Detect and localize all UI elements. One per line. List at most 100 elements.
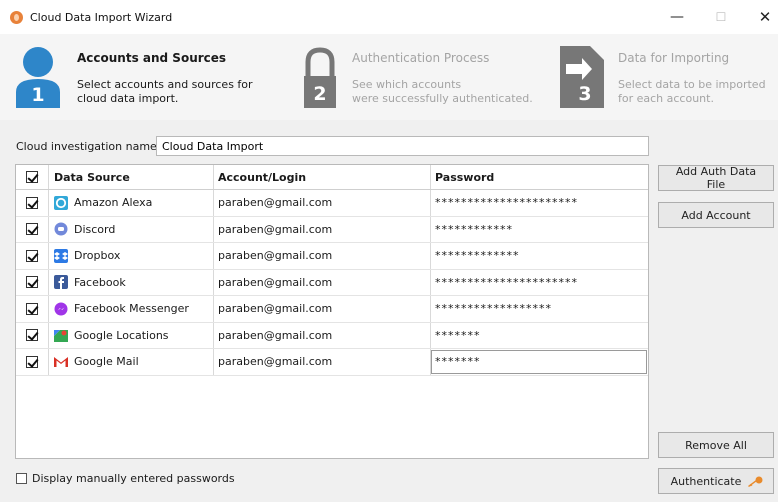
column-divider bbox=[213, 296, 214, 322]
table-row[interactable]: Dropbox paraben@gmail.com ************* bbox=[16, 243, 648, 270]
user-icon: 1 bbox=[14, 46, 62, 108]
table-row[interactable]: Facebook paraben@gmail.com ***************… bbox=[16, 269, 648, 296]
column-divider bbox=[430, 216, 431, 242]
column-divider bbox=[213, 190, 214, 216]
select-all-checkbox[interactable] bbox=[26, 171, 38, 183]
column-divider bbox=[430, 243, 431, 269]
investigation-name-input[interactable] bbox=[156, 136, 649, 156]
account-cell[interactable]: paraben@gmail.com bbox=[213, 270, 430, 296]
row-select-cell[interactable] bbox=[16, 270, 48, 296]
step-accounts-and-sources: 1 Accounts and Sources Select accounts a… bbox=[0, 34, 300, 120]
column-divider bbox=[213, 165, 214, 189]
step-data-for-importing: 3 Data for Importing Select data to be i… bbox=[560, 34, 778, 120]
row-select-cell[interactable] bbox=[16, 323, 48, 349]
step-description-line2: cloud data import. bbox=[77, 92, 179, 105]
password-cell[interactable]: ************* bbox=[430, 243, 648, 269]
account-cell[interactable]: paraben@gmail.com bbox=[213, 190, 430, 216]
data-source-name: Amazon Alexa bbox=[74, 196, 153, 210]
row-select-cell[interactable] bbox=[16, 243, 48, 269]
facebook-icon bbox=[54, 275, 68, 290]
account-cell[interactable]: paraben@gmail.com bbox=[213, 243, 430, 269]
column-divider bbox=[213, 243, 214, 269]
column-divider bbox=[213, 349, 214, 375]
row-checkbox[interactable] bbox=[26, 355, 38, 368]
column-divider bbox=[48, 349, 49, 375]
row-select-cell[interactable] bbox=[16, 217, 48, 243]
add-account-button[interactable]: Add Account bbox=[658, 202, 774, 228]
minimize-button[interactable]: — bbox=[664, 6, 690, 28]
row-select-cell[interactable] bbox=[16, 190, 48, 216]
data-source-cell[interactable]: Facebook bbox=[48, 270, 213, 296]
column-header-data-source[interactable]: Data Source bbox=[48, 165, 213, 189]
step-description-line1: Select accounts and sources for bbox=[77, 78, 253, 91]
document-arrow-icon: 3 bbox=[560, 46, 604, 108]
gmail-icon bbox=[54, 355, 68, 369]
add-auth-data-file-button[interactable]: Add Auth Data File bbox=[658, 165, 774, 191]
wizard-steps-header: 1 Accounts and Sources Select accounts a… bbox=[0, 34, 778, 120]
table-row[interactable]: Google Locations paraben@gmail.com ******* bbox=[16, 322, 648, 349]
step-number: 3 bbox=[578, 83, 592, 105]
password-cell[interactable]: ************ bbox=[430, 217, 648, 243]
column-header-account[interactable]: Account/Login bbox=[213, 165, 430, 189]
account-cell[interactable]: paraben@gmail.com bbox=[213, 323, 430, 349]
row-checkbox[interactable] bbox=[26, 329, 38, 342]
display-passwords-checkbox[interactable] bbox=[16, 473, 27, 484]
row-checkbox[interactable] bbox=[26, 276, 38, 289]
row-checkbox[interactable] bbox=[26, 223, 38, 236]
step-description-line1: Select data to be imported bbox=[618, 78, 766, 91]
column-header-password[interactable]: Password bbox=[430, 165, 648, 189]
display-passwords-label: Display manually entered passwords bbox=[32, 472, 235, 485]
select-all-cell[interactable] bbox=[16, 165, 48, 189]
data-source-cell[interactable]: Amazon Alexa bbox=[48, 190, 213, 216]
display-passwords-toggle[interactable]: Display manually entered passwords bbox=[16, 472, 235, 485]
alexa-icon bbox=[54, 195, 68, 210]
password-cell[interactable]: ******* bbox=[430, 349, 648, 375]
data-source-cell[interactable]: Discord bbox=[48, 217, 213, 243]
remove-all-button[interactable]: Remove All bbox=[658, 432, 774, 458]
row-select-cell[interactable] bbox=[16, 349, 48, 375]
authenticate-label: Authenticate bbox=[670, 474, 742, 488]
row-checkbox[interactable] bbox=[26, 302, 38, 315]
column-divider bbox=[430, 296, 431, 322]
step-description-line1: See which accounts bbox=[352, 78, 462, 91]
close-button[interactable]: ✕ bbox=[752, 6, 778, 28]
data-source-cell[interactable]: Google Mail bbox=[48, 349, 213, 375]
column-divider bbox=[48, 216, 49, 242]
step-description-line2: were successfully authenticated. bbox=[352, 92, 533, 105]
column-divider bbox=[430, 190, 431, 216]
title-bar: Cloud Data Import Wizard — ☐ ✕ bbox=[0, 0, 778, 34]
table-row[interactable]: Facebook Messenger paraben@gmail.com *****… bbox=[16, 296, 648, 323]
app-logo-icon bbox=[10, 11, 23, 24]
account-cell[interactable]: paraben@gmail.com bbox=[213, 296, 430, 322]
row-checkbox[interactable] bbox=[26, 249, 38, 262]
table-row[interactable]: Discord paraben@gmail.com ************ bbox=[16, 216, 648, 243]
account-cell[interactable]: paraben@gmail.com bbox=[213, 349, 430, 375]
password-cell[interactable]: ********************** bbox=[430, 190, 648, 216]
window-title: Cloud Data Import Wizard bbox=[30, 11, 173, 24]
investigation-name-label: Cloud investigation name: bbox=[16, 140, 161, 153]
column-divider bbox=[430, 349, 431, 375]
column-divider bbox=[48, 296, 49, 322]
password-cell[interactable]: ****************** bbox=[430, 296, 648, 322]
column-divider bbox=[48, 243, 49, 269]
row-checkbox[interactable] bbox=[26, 196, 38, 209]
row-select-cell[interactable] bbox=[16, 296, 48, 322]
data-source-cell[interactable]: Dropbox bbox=[48, 243, 213, 269]
data-source-cell[interactable]: Google Locations bbox=[48, 323, 213, 349]
step-number: 2 bbox=[313, 83, 327, 105]
password-cell[interactable]: ******* bbox=[430, 323, 648, 349]
table-row[interactable]: Amazon Alexa paraben@gmail.com ***********… bbox=[16, 190, 648, 217]
maximize-button[interactable]: ☐ bbox=[708, 6, 734, 28]
key-icon bbox=[747, 476, 763, 487]
step-description-line2: for each account. bbox=[618, 92, 714, 105]
account-cell[interactable]: paraben@gmail.com bbox=[213, 217, 430, 243]
step-title: Authentication Process bbox=[352, 51, 490, 65]
column-divider bbox=[430, 269, 431, 295]
column-divider bbox=[48, 165, 49, 189]
authenticate-button[interactable]: Authenticate bbox=[658, 468, 774, 494]
password-cell[interactable]: ********************** bbox=[430, 270, 648, 296]
step-authentication-process: 2 Authentication Process See which accou… bbox=[300, 34, 560, 120]
table-row[interactable]: Google Mail paraben@gmail.com ******* bbox=[16, 349, 648, 376]
google-maps-icon bbox=[54, 328, 68, 343]
data-source-cell[interactable]: Facebook Messenger bbox=[48, 296, 213, 322]
